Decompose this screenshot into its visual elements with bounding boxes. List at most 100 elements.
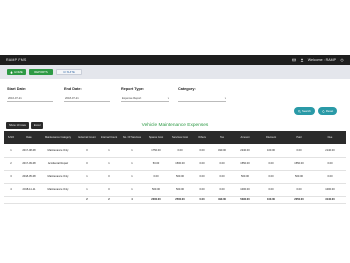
reset-button[interactable]: Reset xyxy=(317,107,338,115)
column-header[interactable]: Discount xyxy=(258,131,284,144)
table-cell: 0.00 xyxy=(258,183,284,197)
table-cell: 1 xyxy=(98,157,120,171)
report-type-select[interactable]: Expense Report ▾ xyxy=(121,96,169,102)
search-button-label: Search xyxy=(302,109,311,113)
table-header-row: S.NO Date Maintenance Category External … xyxy=(4,131,346,144)
table-cell: 100.00 xyxy=(258,144,284,158)
expenses-table: S.NO Date Maintenance Category External … xyxy=(4,131,346,204)
column-header[interactable]: No. Of Services xyxy=(120,131,144,144)
table-body: 1 2017-08-08 Maintenance Only 0 1 1 1750.00 0.0… xyxy=(4,144,346,204)
home-icon xyxy=(10,70,13,74)
table-cell: 1 xyxy=(120,183,144,197)
search-button[interactable]: Search xyxy=(294,107,315,115)
excel-export-button[interactable]: Excel xyxy=(30,122,44,129)
table-cell: 50.00 xyxy=(144,157,168,171)
column-header[interactable]: Tax xyxy=(212,131,232,144)
table-cell: Accidental Repair xyxy=(40,157,76,171)
show-rows-button[interactable]: Show 10 rows xyxy=(6,122,29,129)
table-cell: 1000.00 xyxy=(232,183,258,197)
power-icon[interactable] xyxy=(340,58,344,62)
tab-reports[interactable]: REPORTS xyxy=(29,69,53,75)
filter-actions: Search Reset xyxy=(294,107,338,115)
end-date-label: End Date: xyxy=(64,87,82,91)
column-header[interactable]: Maintenance Category xyxy=(40,131,76,144)
table-cell: 500.00 xyxy=(144,183,168,197)
table-cell: 0 xyxy=(76,144,98,158)
table-cell: 0 xyxy=(76,157,98,171)
table-cell: 500.00 xyxy=(168,183,192,197)
tab-ui-suite[interactable]: UI SUITE xyxy=(56,69,82,75)
table-cell: 1550.00 xyxy=(284,157,314,171)
table-total-cell xyxy=(4,195,18,204)
column-header[interactable]: Services Cost xyxy=(168,131,192,144)
table-total-cell xyxy=(18,195,40,204)
column-header[interactable]: Paid xyxy=(284,131,314,144)
table-cell: 500.00 xyxy=(232,170,258,184)
table-total-cell: 100.00 xyxy=(258,195,284,204)
table-cell: 2018-11-11 xyxy=(18,183,40,197)
table-cell: 0.00 xyxy=(192,157,212,171)
column-header[interactable]: Spares Cost xyxy=(144,131,168,144)
table-cell: 500.00 xyxy=(168,170,192,184)
table-cell: 1 xyxy=(98,144,120,158)
table-cell: 1 xyxy=(120,157,144,171)
table-total-cell: 3140.00 xyxy=(314,195,346,204)
table-total-cell: 2300.00 xyxy=(144,195,168,204)
table-cell: 3 xyxy=(4,170,18,184)
table-cell: 0.00 xyxy=(212,183,232,197)
table-cell: 500.00 xyxy=(284,170,314,184)
refresh-icon xyxy=(322,109,325,113)
column-header[interactable]: Date xyxy=(18,131,40,144)
table-cell: 0.00 xyxy=(192,144,212,158)
table-cell: 0.00 xyxy=(212,157,232,171)
category-label: Category: xyxy=(178,87,196,91)
table-cell: 0.00 xyxy=(192,170,212,184)
table-cell: 0.00 xyxy=(284,183,314,197)
module-tabs: HOME REPORTS UI SUITE xyxy=(0,65,350,79)
tab-ui-suite-label: UI SUITE xyxy=(63,70,75,74)
table-cell: 2017-08-08 xyxy=(18,144,40,158)
user-icon[interactable] xyxy=(300,58,304,62)
table-row: 2 2017-09-08 Accidental Repair 0 1 1 50.00 1500… xyxy=(4,157,346,171)
table-cell: Maintenance Only xyxy=(40,183,76,197)
table-cell: 0.00 xyxy=(314,170,346,184)
app-brand[interactable]: RAMP FMS xyxy=(6,58,27,62)
table-cell: 0.00 xyxy=(258,170,284,184)
mail-icon[interactable] xyxy=(291,58,296,62)
reset-button-label: Reset xyxy=(325,109,334,113)
table-cell: 0.00 xyxy=(258,157,284,171)
table-row: 3 2018-05-08 Maintenance Only 1 0 1 0.00 500.00… xyxy=(4,170,346,184)
start-date-label: Start Date: xyxy=(7,87,27,91)
table-cell: 2240.00 xyxy=(232,144,258,158)
table-cell: 0.00 xyxy=(192,183,212,197)
column-header[interactable]: Amount xyxy=(232,131,258,144)
top-navbar: RAMP FMS Welcome : RAMP xyxy=(0,55,350,65)
table-total-cell: 4 xyxy=(120,195,144,204)
tab-home[interactable]: HOME xyxy=(7,69,26,75)
table-cell: Maintenance Only xyxy=(40,144,76,158)
table-title: Vehicle Maintenance Expenses xyxy=(141,123,209,128)
end-date-value: 2018-07-21 xyxy=(65,97,79,100)
category-select[interactable]: ▾ xyxy=(178,96,226,102)
column-header[interactable]: S.NO xyxy=(4,131,18,144)
end-date-input[interactable]: 2018-07-21 xyxy=(64,96,110,102)
column-header[interactable]: Others xyxy=(192,131,212,144)
tab-home-label: HOME xyxy=(14,70,23,74)
table-cell: 490.00 xyxy=(212,144,232,158)
table-cell: 1500.00 xyxy=(168,157,192,171)
table-cell: Maintenance Only xyxy=(40,170,76,184)
table-cell: 2017-09-08 xyxy=(18,157,40,171)
table-cell: 1750.00 xyxy=(144,144,168,158)
start-date-value: 2016-07-21 xyxy=(8,97,22,100)
table-cell: 1 xyxy=(4,144,18,158)
column-header[interactable]: External Count xyxy=(76,131,98,144)
column-header[interactable]: Due xyxy=(314,131,346,144)
start-date-input[interactable]: 2016-07-21 xyxy=(7,96,53,102)
table-cell: 0.00 xyxy=(212,170,232,184)
column-header[interactable]: Internal Count xyxy=(98,131,120,144)
table-total-cell: 2 xyxy=(76,195,98,204)
tab-reports-label: REPORTS xyxy=(34,70,48,74)
table-cell: 0 xyxy=(98,183,120,197)
report-type-label: Report Type: xyxy=(121,87,145,91)
table-total-cell: 2050.00 xyxy=(284,195,314,204)
